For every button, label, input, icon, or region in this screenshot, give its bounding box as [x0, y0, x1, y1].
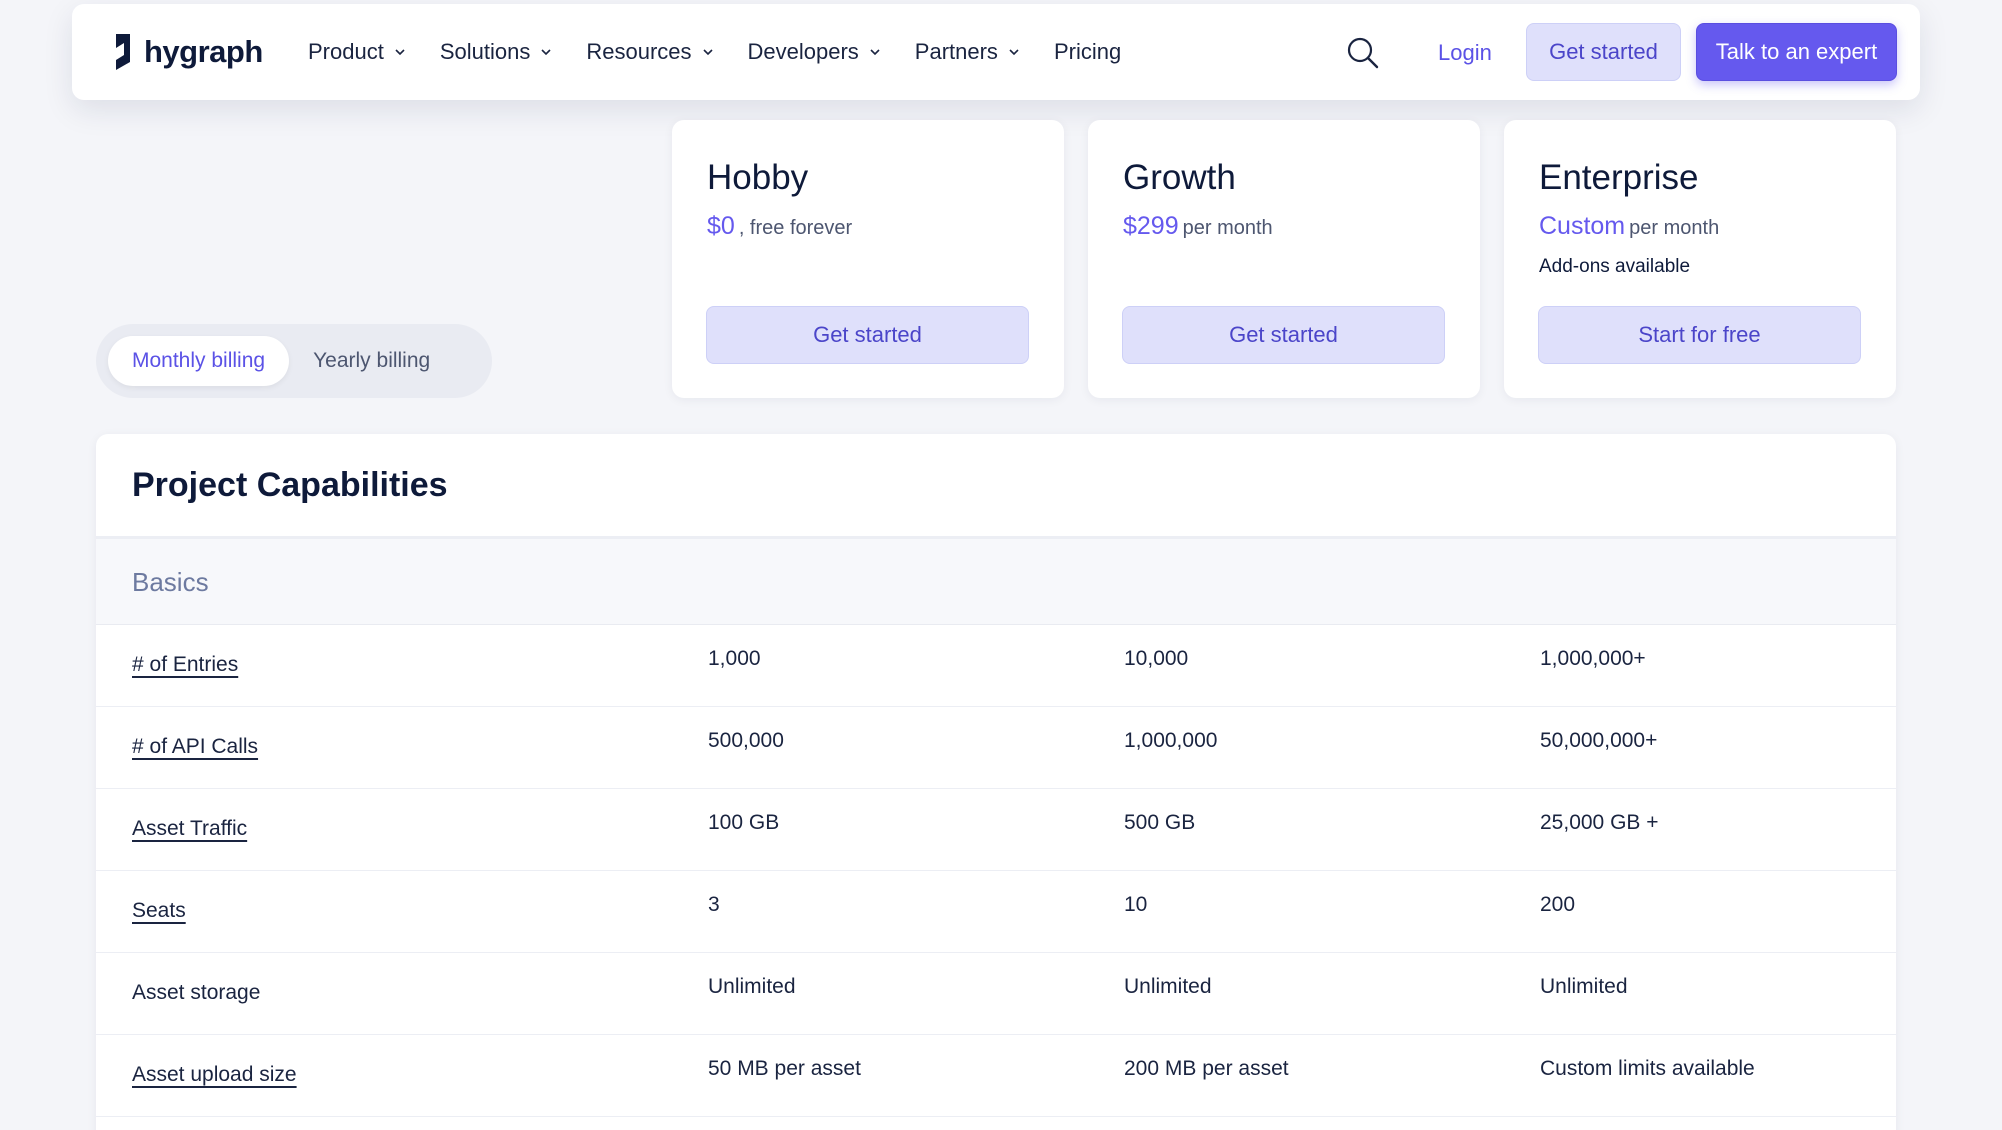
price-suffix: per month	[1629, 217, 1720, 239]
cell-hobby: 1,000	[708, 647, 761, 670]
nav-item-label: Resources	[586, 39, 692, 64]
plan-price: $299 per month	[1123, 212, 1273, 241]
cell-growth: 10	[1124, 893, 1148, 916]
nav-item-partners[interactable]: Partners	[915, 39, 1020, 65]
cell-enterprise: 200	[1540, 893, 1576, 916]
plan-name: Enterprise	[1539, 158, 1699, 197]
cell-hobby: 500,000	[708, 729, 784, 752]
cell-growth: 200 MB per asset	[1124, 1057, 1289, 1080]
price-amount: $0	[707, 212, 735, 240]
chevron-down-icon	[870, 49, 880, 56]
cell-growth: 500 GB	[1124, 811, 1196, 834]
nav-item-label: Developers	[747, 39, 859, 64]
cell-enterprise: Custom limits available	[1540, 1057, 1755, 1080]
cell-growth: 10,000	[1124, 647, 1189, 670]
search-icon[interactable]	[1346, 36, 1380, 70]
price-amount: $299	[1123, 212, 1179, 240]
logo[interactable]: hygraph	[110, 32, 263, 72]
plan-price: Custom per month	[1539, 212, 1719, 241]
table-row: Asset storage Unlimited Unlimited Unlimi…	[96, 953, 1896, 1035]
chevron-down-icon	[395, 49, 405, 56]
yearly-billing-option[interactable]: Yearly billing	[289, 336, 454, 386]
monthly-billing-option[interactable]: Monthly billing	[108, 336, 290, 386]
table-row: Asset Traffic 100 GB 500 GB 25,000 GB +	[96, 789, 1896, 871]
capabilities-table: Project Capabilities Basics # of Entries…	[96, 434, 1896, 1130]
cell-hobby: 3	[708, 893, 720, 916]
section-header: Basics	[96, 539, 1896, 625]
nav-item-solutions[interactable]: Solutions	[440, 39, 553, 65]
hygraph-logo-icon	[116, 34, 130, 70]
plan-card-enterprise: Enterprise Custom per month Add-ons avai…	[1504, 120, 1896, 398]
price-suffix: per month	[1182, 217, 1273, 239]
table-row: Asset upload size 50 MB per asset 200 MB…	[96, 1035, 1896, 1117]
growth-get-started-button[interactable]: Get started	[1122, 306, 1445, 364]
row-label-link[interactable]: Asset Traffic	[132, 817, 247, 841]
cell-enterprise: 1,000,000+	[1540, 647, 1646, 670]
row-label-link[interactable]: Asset upload size	[132, 1063, 297, 1087]
row-label: Asset storage	[132, 981, 261, 1004]
chevron-down-icon	[702, 49, 713, 56]
table-row: Seats 3 10 200	[96, 871, 1896, 953]
chevron-down-icon	[541, 49, 551, 56]
cell-enterprise: 50,000,000+	[1540, 729, 1658, 752]
capabilities-title: Project Capabilities	[132, 466, 448, 504]
nav-item-product[interactable]: Product	[308, 39, 406, 65]
nav-menu: Product Solutions Resources Developers P…	[308, 4, 1155, 100]
table-row: # of Entries 1,000 10,000 1,000,000+	[96, 625, 1896, 707]
plan-name: Growth	[1123, 158, 1236, 197]
enterprise-start-free-button[interactable]: Start for free	[1538, 306, 1861, 364]
row-label-link[interactable]: Seats	[132, 899, 186, 923]
nav-item-label: Product	[308, 39, 384, 64]
plan-price: $0 , free forever	[707, 212, 852, 241]
nav-item-label: Partners	[914, 39, 998, 64]
top-nav: hygraph Product Solutions Resources Deve…	[72, 4, 1920, 100]
nav-item-resources[interactable]: Resources	[586, 39, 713, 65]
price-suffix: , free forever	[738, 217, 853, 239]
cell-growth: Unlimited	[1124, 975, 1212, 998]
chevron-down-icon	[1009, 49, 1019, 56]
cell-hobby: 100 GB	[708, 811, 780, 834]
cell-hobby: 50 MB per asset	[708, 1057, 861, 1080]
price-amount: Custom	[1539, 212, 1626, 240]
nav-item-label: Solutions	[439, 39, 531, 64]
plan-card-hobby: Hobby $0 , free forever Get started	[672, 120, 1064, 398]
talk-to-expert-button[interactable]: Talk to an expert	[1696, 23, 1897, 81]
get-started-button[interactable]: Get started	[1526, 23, 1681, 81]
table-row: # of API Calls 500,000 1,000,000 50,000,…	[96, 707, 1896, 789]
logo-text: hygraph	[144, 34, 263, 69]
row-label-link[interactable]: # of Entries	[132, 653, 238, 677]
cell-growth: 1,000,000	[1124, 729, 1218, 752]
cell-enterprise: 25,000 GB +	[1540, 811, 1659, 834]
nav-item-label: Pricing	[1053, 39, 1122, 64]
cell-enterprise: Unlimited	[1540, 975, 1628, 998]
billing-toggle: Monthly billing Yearly billing	[96, 324, 492, 398]
nav-item-pricing[interactable]: Pricing	[1054, 39, 1121, 65]
section-label: Basics	[132, 567, 209, 597]
login-link[interactable]: Login	[1438, 40, 1492, 66]
nav-item-developers[interactable]: Developers	[748, 39, 881, 65]
hobby-get-started-button[interactable]: Get started	[706, 306, 1029, 364]
cell-hobby: Unlimited	[708, 975, 796, 998]
row-label-link[interactable]: # of API Calls	[132, 735, 258, 759]
plan-card-growth: Growth $299 per month Get started	[1088, 120, 1480, 398]
addons-note: Add-ons available	[1539, 256, 1691, 277]
plan-name: Hobby	[707, 158, 809, 197]
